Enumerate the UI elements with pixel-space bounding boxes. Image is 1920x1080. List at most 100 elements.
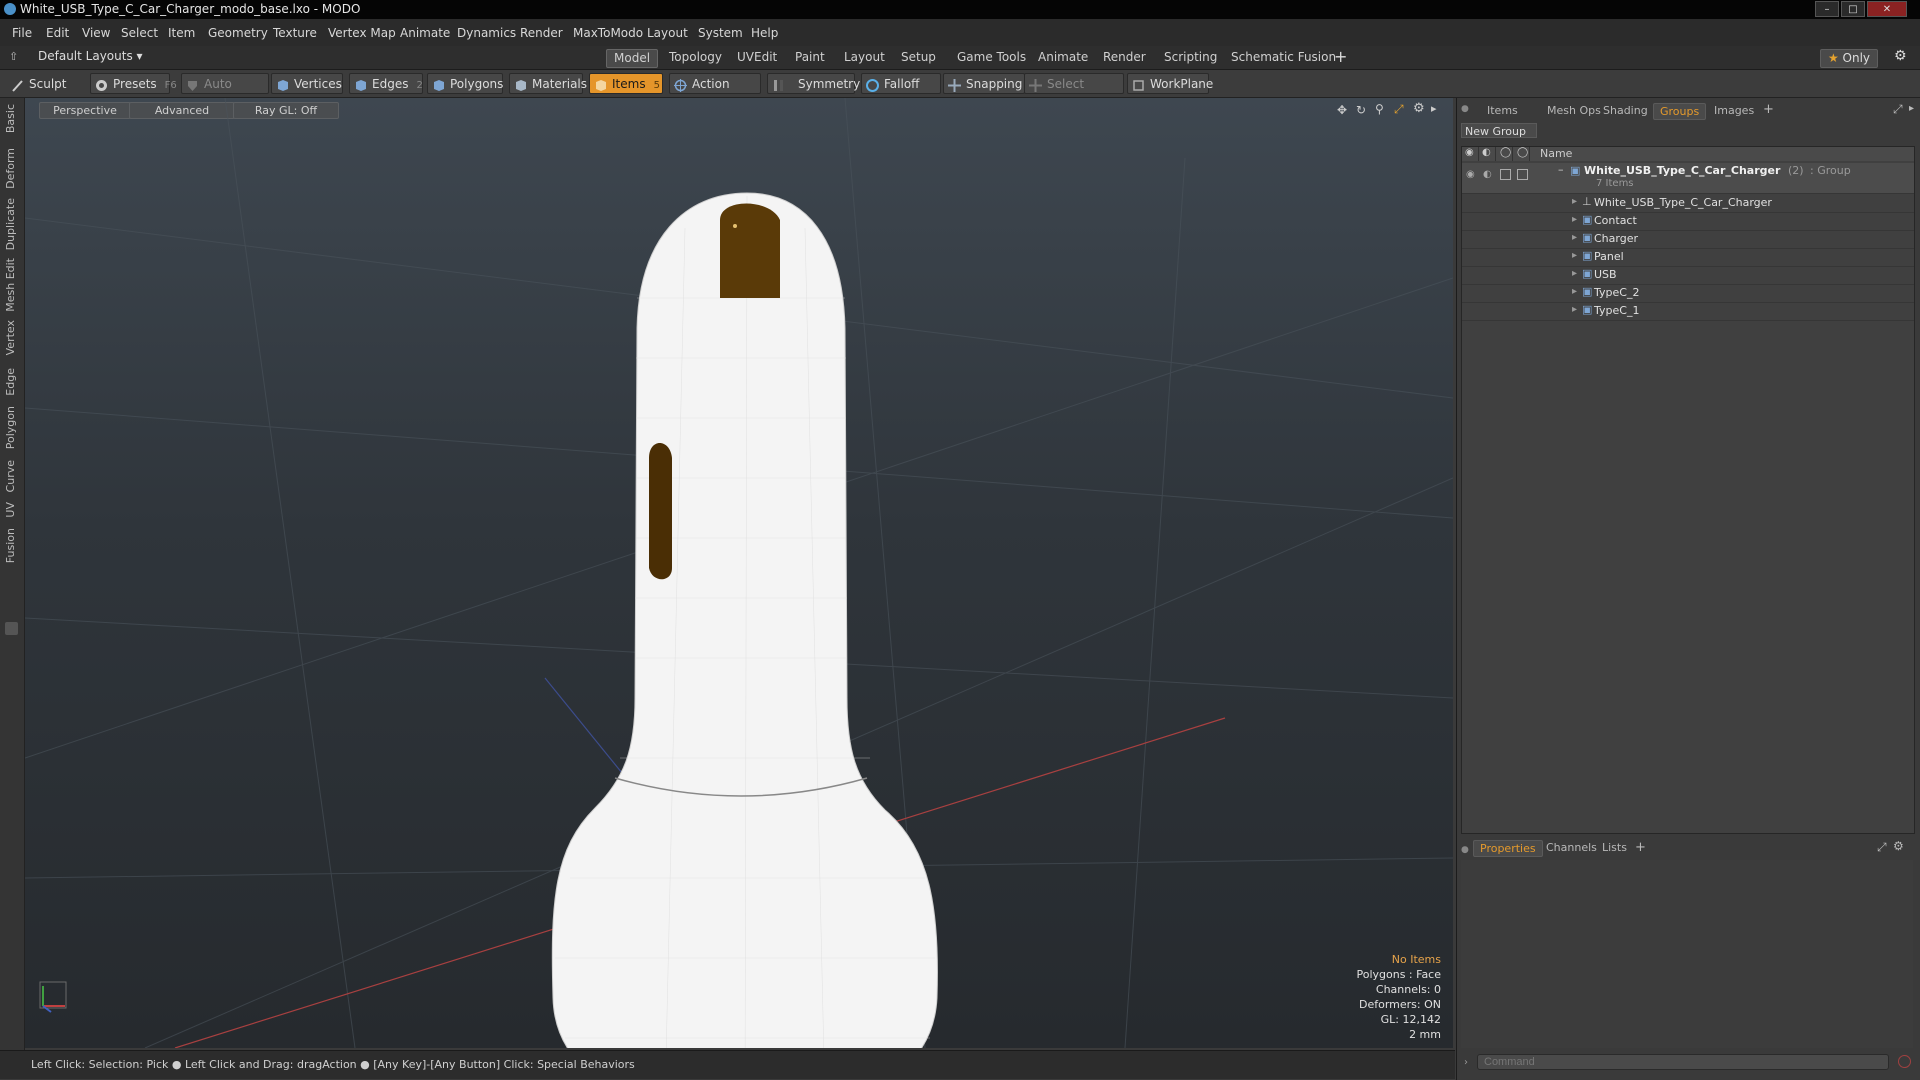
tab-topology[interactable]: Topology xyxy=(662,49,729,66)
polygons-button[interactable]: Polygons xyxy=(427,73,503,94)
command-input[interactable] xyxy=(1477,1054,1889,1070)
menu-vertex-map[interactable]: Vertex Map xyxy=(328,26,396,40)
list-item[interactable]: ▸ ▣ TypeC_2 xyxy=(1462,284,1914,303)
name-column-header[interactable]: Name xyxy=(1530,147,1914,161)
tab-paint[interactable]: Paint xyxy=(788,49,832,66)
select-column-header[interactable]: ◯ xyxy=(1513,147,1530,161)
sculpt-button[interactable]: Sculpt xyxy=(6,73,86,94)
materials-button[interactable]: Materials xyxy=(509,73,587,94)
list-item[interactable]: ▸ ▣ TypeC_1 xyxy=(1462,302,1914,321)
props-gear-icon[interactable]: ⚙ xyxy=(1893,839,1904,853)
auto-select-button[interactable]: Auto Select xyxy=(181,73,269,112)
tab-channels[interactable]: Channels xyxy=(1540,840,1603,855)
props-pin-icon[interactable]: ● xyxy=(1461,845,1469,855)
vtab-uv[interactable]: UV xyxy=(4,502,17,518)
menu-system[interactable]: System xyxy=(698,26,743,40)
menu-maxtomodo[interactable]: MaxToModo xyxy=(573,26,643,40)
menu-geometry[interactable]: Geometry xyxy=(208,26,268,40)
group-row[interactable]: ◉ ◐ – ▣ White_USB_Type_C_Car_Charger (2)… xyxy=(1462,163,1914,194)
vtab-vertex[interactable]: Vertex xyxy=(4,320,17,355)
menu-item[interactable]: Item xyxy=(168,26,195,40)
list-item[interactable]: ▸ ▣ USB xyxy=(1462,266,1914,285)
render-column-header[interactable]: ◐ xyxy=(1479,147,1496,161)
panel-pin-icon[interactable]: ● xyxy=(1461,104,1469,114)
tab-model[interactable]: Model xyxy=(606,49,659,68)
maximize-button[interactable]: □ xyxy=(1841,1,1865,17)
tab-schematic-fusion[interactable]: Schematic Fusion xyxy=(1224,49,1343,66)
menu-select[interactable]: Select xyxy=(121,26,158,40)
menu-layout[interactable]: Layout xyxy=(647,26,688,40)
group-collapse-icon[interactable]: – xyxy=(1558,163,1564,176)
vertices-button[interactable]: Vertices1 xyxy=(271,73,356,94)
presets-button[interactable]: Presets F6 xyxy=(90,73,177,94)
group-visibility-icon[interactable]: ◉ xyxy=(1466,169,1475,180)
list-item[interactable]: ▸ ▣ Contact xyxy=(1462,212,1914,231)
menu-dynamics[interactable]: Dynamics xyxy=(457,26,516,40)
tab-scripting[interactable]: Scripting xyxy=(1157,49,1224,66)
lock-column-header[interactable]: ◯ xyxy=(1496,147,1513,161)
tab-shading[interactable]: Shading xyxy=(1597,103,1654,118)
expand-arrow-icon[interactable]: ▸ xyxy=(1572,214,1577,225)
expand-arrow-icon[interactable]: ▸ xyxy=(1572,196,1577,207)
vtab-mesh-edit[interactable]: Mesh Edit xyxy=(4,258,17,312)
expand-arrow-icon[interactable]: ▸ xyxy=(1572,268,1577,279)
list-item[interactable]: ▸ ▣ Panel xyxy=(1462,248,1914,267)
vtab-fusion[interactable]: Fusion xyxy=(4,528,17,563)
panel-arrow-icon[interactable]: ▸ xyxy=(1909,103,1914,114)
tab-uvedit[interactable]: UVEdit xyxy=(730,49,784,66)
group-lock-checkbox[interactable] xyxy=(1500,169,1511,180)
add-props-tab-icon[interactable]: + xyxy=(1635,840,1646,855)
tab-game-tools[interactable]: Game Tools xyxy=(950,49,1033,66)
expand-arrow-icon[interactable]: ▸ xyxy=(1572,304,1577,315)
eye-column-header[interactable]: ◉ xyxy=(1462,147,1479,161)
menu-file[interactable]: File xyxy=(12,26,32,40)
menu-animate[interactable]: Animate xyxy=(400,26,450,40)
expand-arrow-icon[interactable]: ▸ xyxy=(1572,232,1577,243)
vtab-edge[interactable]: Edge xyxy=(4,368,17,396)
props-expand-icon[interactable]: ⤢ xyxy=(1877,840,1887,855)
tab-items[interactable]: Items xyxy=(1481,103,1524,118)
items-button[interactable]: Items 5 xyxy=(589,73,663,94)
add-panel-tab-icon[interactable]: + xyxy=(1763,102,1774,117)
expand-arrow-icon[interactable]: ▸ xyxy=(1572,286,1577,297)
falloff-button[interactable]: Falloff xyxy=(861,73,941,94)
command-clear-icon[interactable] xyxy=(1898,1055,1911,1068)
new-group-button[interactable]: New Group xyxy=(1461,123,1537,138)
minimize-button[interactable]: – xyxy=(1815,1,1839,17)
list-item[interactable]: ▸ ▣ Charger xyxy=(1462,230,1914,249)
close-button[interactable]: ✕ xyxy=(1867,1,1907,17)
vtab-duplicate[interactable]: Duplicate xyxy=(4,198,17,250)
edges-button[interactable]: Edges 2 xyxy=(349,73,423,94)
3d-viewport[interactable]: Perspective Advanced Ray GL: Off ✥ ↻ ⚲ ⤢… xyxy=(25,98,1453,1048)
panel-expand-icon[interactable]: ⤢ xyxy=(1893,102,1903,117)
menu-texture[interactable]: Texture xyxy=(273,26,317,40)
tab-render[interactable]: Render xyxy=(1096,49,1153,66)
tab-properties[interactable]: Properties xyxy=(1473,840,1543,857)
menu-help[interactable]: Help xyxy=(751,26,778,40)
list-item[interactable]: ▸ ⊥ White_USB_Type_C_Car_Charger xyxy=(1462,194,1914,213)
symmetry-button[interactable]: Symmetry xyxy=(767,73,860,94)
layout-expand-icon[interactable]: ⇧ xyxy=(9,50,18,63)
menu-edit[interactable]: Edit xyxy=(46,26,69,40)
group-render-icon[interactable]: ◐ xyxy=(1483,169,1492,180)
tab-lists[interactable]: Lists xyxy=(1596,840,1633,855)
group-select-checkbox[interactable] xyxy=(1517,169,1528,180)
layout-dropdown[interactable]: Default Layouts ▾ xyxy=(38,49,143,63)
expand-panel-icon[interactable] xyxy=(5,622,18,635)
tab-images[interactable]: Images xyxy=(1708,103,1760,118)
action-center-button[interactable]: Action Center xyxy=(669,73,761,112)
tab-groups[interactable]: Groups xyxy=(1653,103,1707,120)
expand-arrow-icon[interactable]: ▸ xyxy=(1572,250,1577,261)
vtab-deform[interactable]: Deform xyxy=(4,148,17,189)
vtab-polygon[interactable]: Polygon xyxy=(4,406,17,449)
select-through-button[interactable]: Select Through xyxy=(1024,73,1124,112)
tab-animate[interactable]: Animate xyxy=(1031,49,1095,66)
tab-layout[interactable]: Layout xyxy=(837,49,892,66)
workplane-button[interactable]: WorkPlane xyxy=(1127,73,1213,94)
add-tab-icon[interactable]: + xyxy=(1334,47,1347,66)
menu-render[interactable]: Render xyxy=(520,26,563,40)
vtab-curve[interactable]: Curve xyxy=(4,460,17,492)
tab-setup[interactable]: Setup xyxy=(894,49,943,66)
gear-icon[interactable]: ⚙ xyxy=(1894,48,1907,64)
menu-view[interactable]: View xyxy=(82,26,110,40)
